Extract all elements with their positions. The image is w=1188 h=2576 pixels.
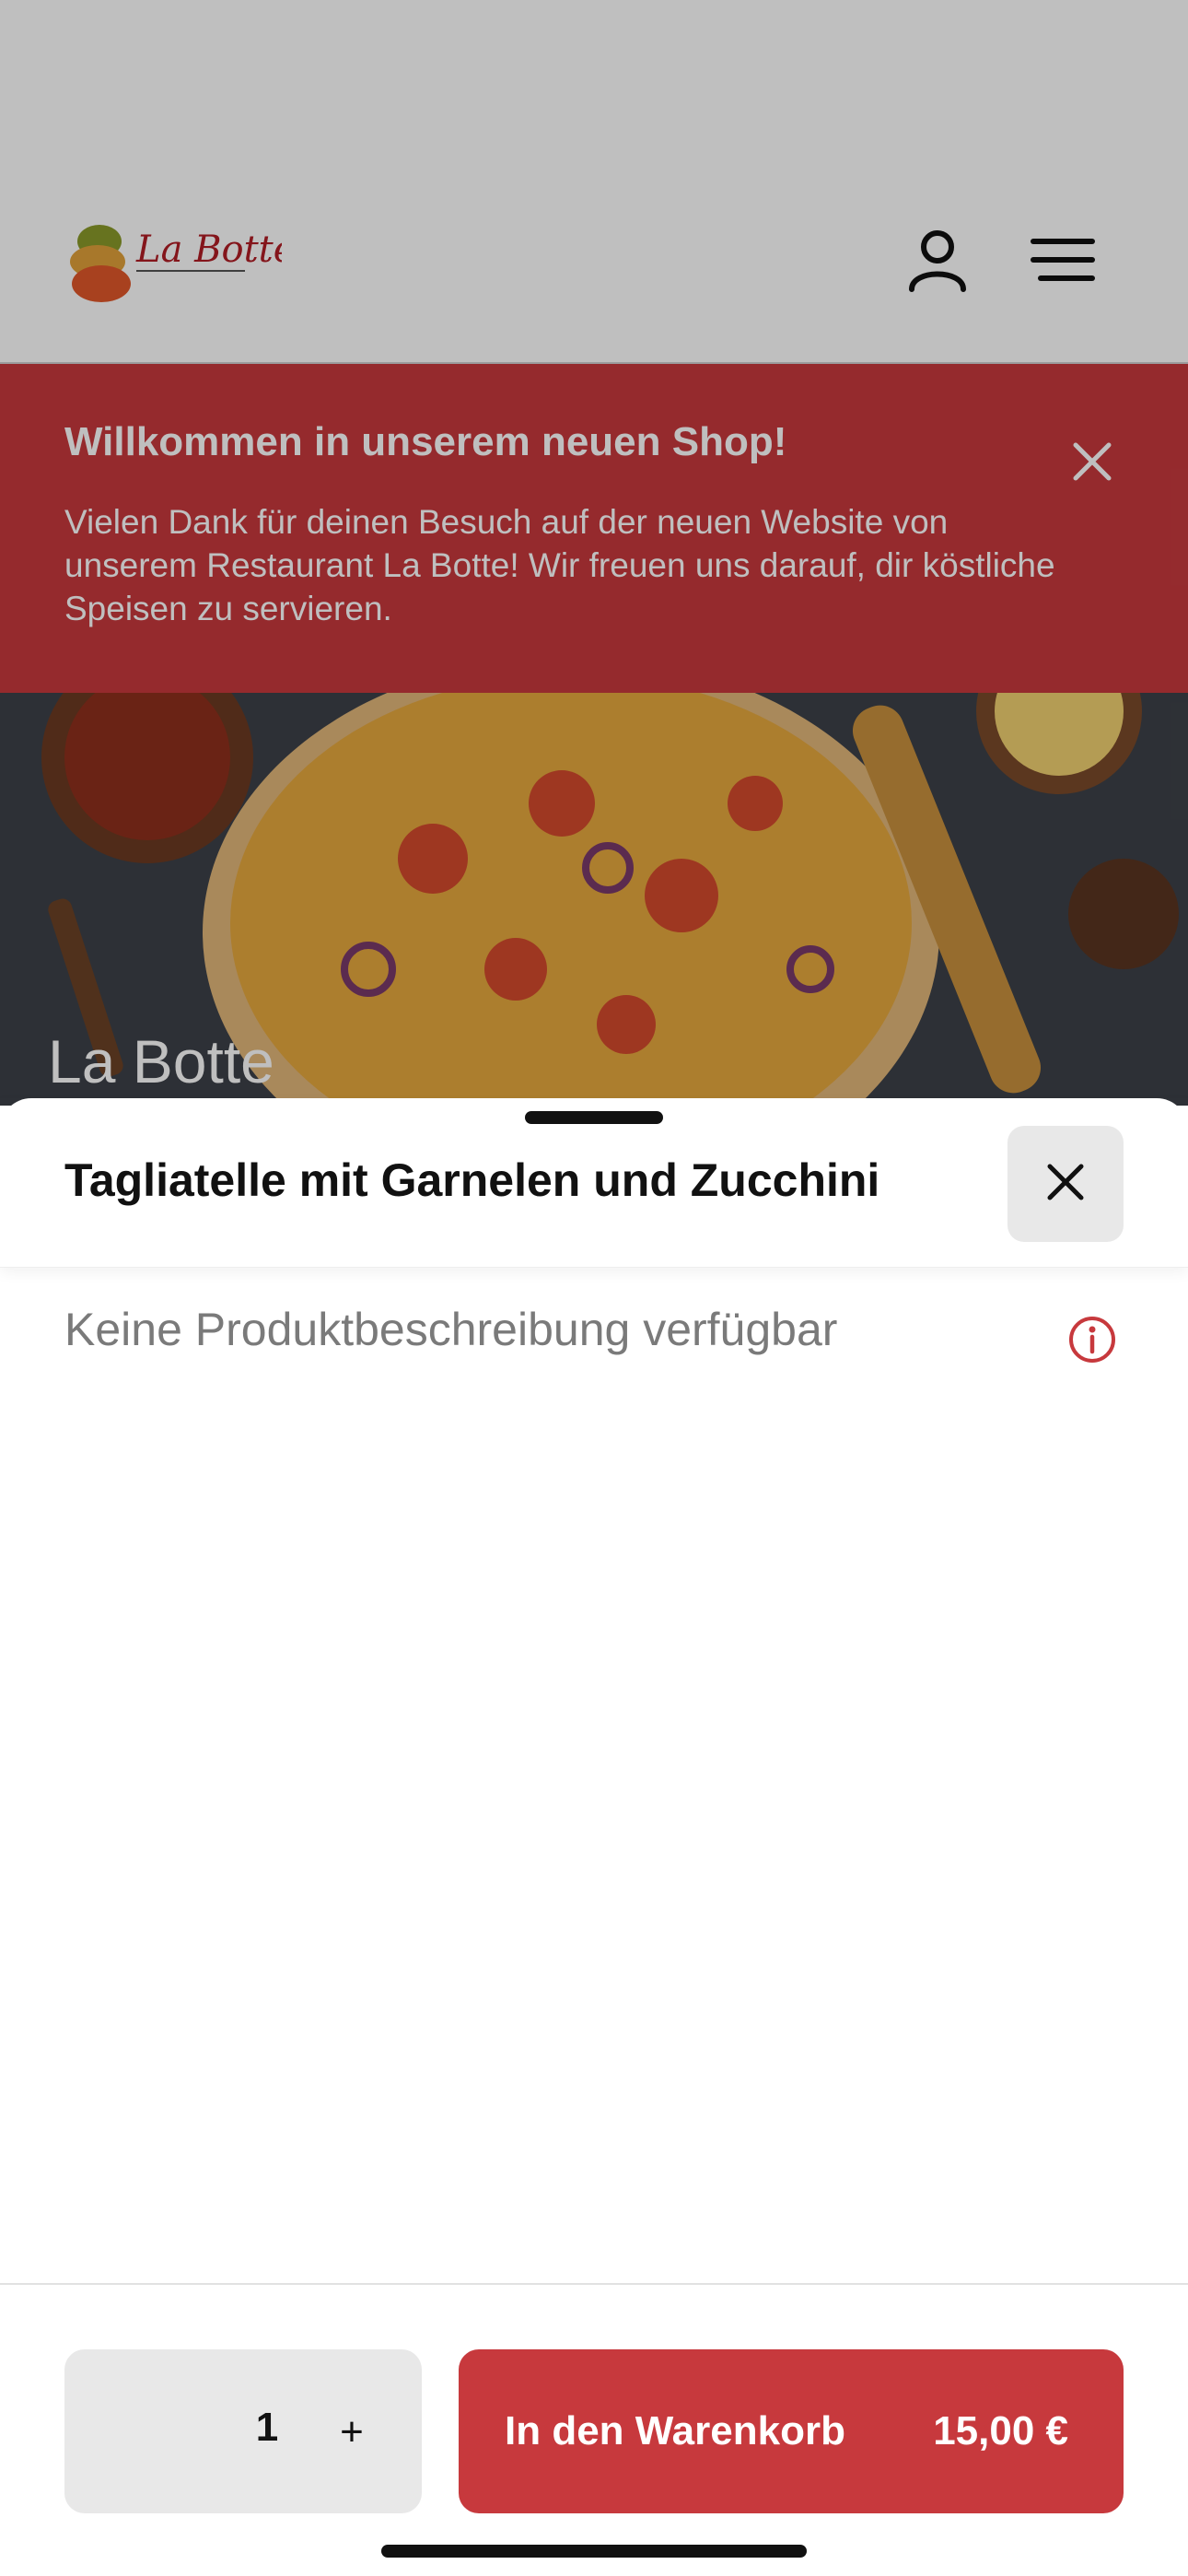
quantity-value: 1 [255,2405,279,2450]
sheet-header: Tagliatelle mit Garnelen und Zucchini [0,1098,1188,1268]
home-indicator[interactable] [381,2545,807,2558]
background-page: La Botte Willkommen in unserem neuen Sho… [0,0,1188,1106]
add-to-cart-label: In den Warenkorb [505,2408,845,2453]
cart-footer: 1 + In den Warenkorb 15,00 € [0,2283,1188,2576]
sheet-grabber[interactable] [525,1111,663,1124]
increase-quantity-button[interactable]: + [322,2403,381,2462]
close-sheet-button[interactable] [1007,1126,1124,1242]
info-icon[interactable] [1066,1314,1118,1365]
add-to-cart-button[interactable]: In den Warenkorb 15,00 € [459,2349,1124,2513]
close-icon [1042,1159,1089,1210]
modal-overlay[interactable] [0,0,1188,1106]
product-description: Keine Produktbeschreibung verfügbar [64,1304,838,1355]
product-title: Tagliatelle mit Garnelen und Zucchini [64,1154,880,1206]
price-label: 15,00 € [933,2408,1068,2453]
quantity-stepper[interactable]: 1 + [64,2349,422,2513]
